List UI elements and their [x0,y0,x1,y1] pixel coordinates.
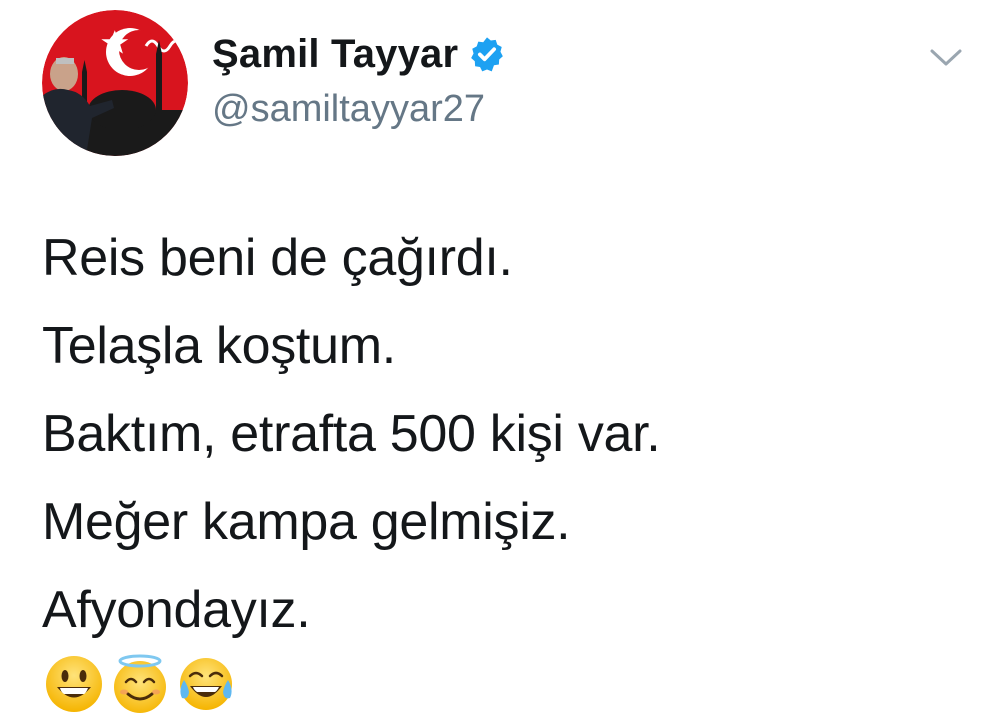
tweet-header: Şamil Tayyar @samiltayyar27 [212,28,506,131]
avatar-image [42,10,188,156]
tweet-line: Afyondayız. [42,581,311,639]
grinning-face-emoji [44,654,104,714]
smiling-face-with-halo-emoji [110,654,170,714]
face-with-tears-of-joy-emoji [176,654,236,714]
tweet-line: Meğer kampa gelmişiz. [42,493,571,551]
user-handle[interactable]: @samiltayyar27 [212,88,506,131]
name-row: Şamil Tayyar [212,28,506,80]
verified-badge-icon [468,35,506,73]
chevron-down-icon[interactable] [928,42,964,72]
tweet-line: Reis beni de çağırdı. [42,229,513,287]
tweet-card: Şamil Tayyar @samiltayyar27 Reis beni de… [0,0,1000,724]
tweet-line: Baktım, etrafta 500 kişi var. [42,405,661,463]
tweet-text: Reis beni de çağırdı. Telaşla koştum. Ba… [42,214,661,654]
display-name[interactable]: Şamil Tayyar [212,32,458,77]
tweet-line: Telaşla koştum. [42,317,396,375]
emoji-row [44,654,236,714]
avatar[interactable] [42,10,188,156]
